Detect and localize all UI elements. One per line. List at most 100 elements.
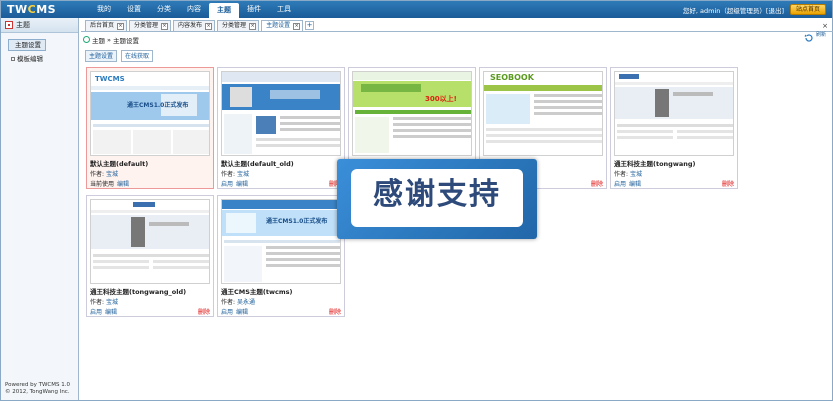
author-label: 作者: [221,299,236,306]
nav-content[interactable]: 内容 [179,1,209,18]
delete-link[interactable]: 删除 [591,179,603,188]
tab-label: 分类管理 [134,22,159,29]
theme-icon [5,21,13,29]
close-icon[interactable]: × [205,22,213,30]
theme-thumbnail[interactable] [90,199,210,284]
enable-link[interactable]: 启用 [221,307,233,316]
theme-card: TWCMS 通王CMS1.0正式发布 默认主题(default) 作者: 宝城 … [86,67,214,189]
theme-author: 作者: 宝城 [221,169,249,178]
refresh-icon[interactable] [804,33,814,43]
author-label: 作者: [221,171,236,178]
thumb-banner-text: 通王CMS1.0正式发布 [266,218,328,225]
author-value[interactable]: 宝城 [630,171,642,178]
subtab-online[interactable]: 在线获取 [121,50,154,62]
nav-theme[interactable]: 主题 [209,3,239,18]
theme-name: 默认主题(default_old) [221,160,294,168]
theme-name: 通王科技主题(tongwang_old) [90,288,187,296]
edit-link[interactable]: 编辑 [236,179,248,188]
breadcrumb-root[interactable]: 主题 [92,35,105,45]
theme-author: 作者: 宝城 [614,169,642,178]
tab-home[interactable]: 后台首页 × [85,20,128,31]
author-label: 作者: [614,171,629,178]
tab-publish[interactable]: 内容发布 × [173,20,216,31]
powered-by: Powered by TWCMS 1.0 © 2012, TongWang In… [5,382,70,396]
theme-thumbnail[interactable]: SEOBOOK [483,71,603,156]
breadcrumb-current: 主题设置 [112,36,139,45]
tab-strip: 后台首页 × 分类管理 × 内容发布 × 分类管理 × 主题设置 × + [81,19,833,32]
user-info[interactable]: 您好, admin（超级管理员）[退出] [683,5,784,15]
tab-label: 后台首页 [90,22,115,29]
theme-actions: 启用 编辑 [90,307,117,316]
theme-actions: 启用 编辑 [221,179,248,188]
nav-my[interactable]: 我的 [89,1,119,18]
theme-status: 当前使用 [90,181,115,188]
site-home-button[interactable]: 站点首页 [790,4,826,15]
theme-card: 默认主题(default_old) 作者: 宝城 启用 编辑 删除 [217,67,345,189]
close-icon[interactable]: × [249,22,257,30]
nav-plugins[interactable]: 插件 [239,1,269,18]
thanks-text: 感谢支持 [351,169,523,227]
theme-name: 通王科技主题(tongwang) [614,160,696,168]
theme-card: 通王科技主题(tongwang) 作者: 宝城 启用 编辑 删除 [610,67,738,189]
nav-settings[interactable]: 设置 [119,1,149,18]
theme-thumbnail[interactable]: TWCMS 通王CMS1.0正式发布 [90,71,210,156]
refresh-label[interactable]: 刷新 [816,32,830,38]
theme-card: 通王CMS1.0正式发布 通王CMS主题(twcms) 作者: 吴永通 启用 编辑… [217,195,345,317]
theme-author: 作者: 宝城 [90,169,118,178]
admin-window: TWCMS 我的 设置 分类 内容 主题 插件 工具 您好, admin（超级管… [0,0,833,401]
sidebar-menu: 主题设置 模板编辑 [1,33,78,75]
enable-link[interactable]: 启用 [614,179,626,188]
delete-link[interactable]: 删除 [198,307,210,316]
close-icon[interactable]: × [161,22,169,30]
home-icon [83,36,90,43]
theme-name: 默认主题(default) [90,160,149,168]
edit-link[interactable]: 编辑 [236,307,248,316]
enable-link[interactable]: 启用 [90,307,102,316]
sidebar-item-label: 模板编辑 [17,55,43,63]
author-value[interactable]: 宝城 [106,171,118,178]
edit-link[interactable]: 编辑 [629,179,641,188]
nav-tools[interactable]: 工具 [269,1,299,18]
tab-label: 主题设置 [266,22,291,29]
tab-category-2[interactable]: 分类管理 × [217,20,260,31]
tab-category[interactable]: 分类管理 × [129,20,172,31]
theme-author: 作者: 宝城 [90,297,118,306]
theme-actions: 当前使用 编辑 [90,179,129,188]
theme-thumbnail[interactable] [221,71,341,156]
author-value[interactable]: 宝城 [106,299,118,306]
tab-label: 内容发布 [178,22,203,29]
thumb-brand-text: SEOBOOK [490,73,534,82]
sidebar-item-template-edit[interactable]: 模板编辑 [5,54,74,66]
close-icon[interactable]: × [293,22,301,30]
thumb-badge-text: 300以上! [425,95,457,103]
subtabs: 主题设置 在线获取 [85,50,154,62]
theme-thumbnail[interactable]: 300以上! [352,71,472,156]
close-all-icon[interactable]: × [822,22,828,30]
enable-link[interactable]: 启用 [221,179,233,188]
thanks-overlay: 感谢支持 [337,159,537,239]
subtab-theme-settings[interactable]: 主题设置 [85,50,118,62]
sidebar-item-theme-settings[interactable]: 主题设置 [8,39,46,51]
powered-line: Powered by TWCMS 1.0 [5,382,70,388]
theme-actions: 启用 编辑 [614,179,641,188]
copyright-line: © 2012, TongWang Inc. [5,389,70,395]
add-tab-button[interactable]: + [305,21,315,30]
delete-link[interactable]: 删除 [722,179,734,188]
theme-thumbnail[interactable] [614,71,734,156]
theme-card: 通王科技主题(tongwang_old) 作者: 宝城 启用 编辑 删除 [86,195,214,317]
top-bar: TWCMS 我的 设置 分类 内容 主题 插件 工具 您好, admin（超级管… [1,1,832,18]
author-label: 作者: [90,299,105,306]
sidebar-header: 主题 [1,18,78,33]
tab-theme-settings[interactable]: 主题设置 × [261,20,304,31]
author-value[interactable]: 宝城 [237,171,249,178]
delete-link[interactable]: 删除 [329,307,341,316]
close-icon[interactable]: × [117,22,125,30]
edit-link[interactable]: 编辑 [117,179,129,188]
theme-author: 作者: 吴永通 [221,297,255,306]
sidebar-title: 主题 [16,21,30,29]
theme-name: 通王CMS主题(twcms) [221,288,293,296]
author-value[interactable]: 吴永通 [237,299,255,306]
nav-category[interactable]: 分类 [149,1,179,18]
theme-thumbnail[interactable]: 通王CMS1.0正式发布 [221,199,341,284]
edit-link[interactable]: 编辑 [105,307,117,316]
